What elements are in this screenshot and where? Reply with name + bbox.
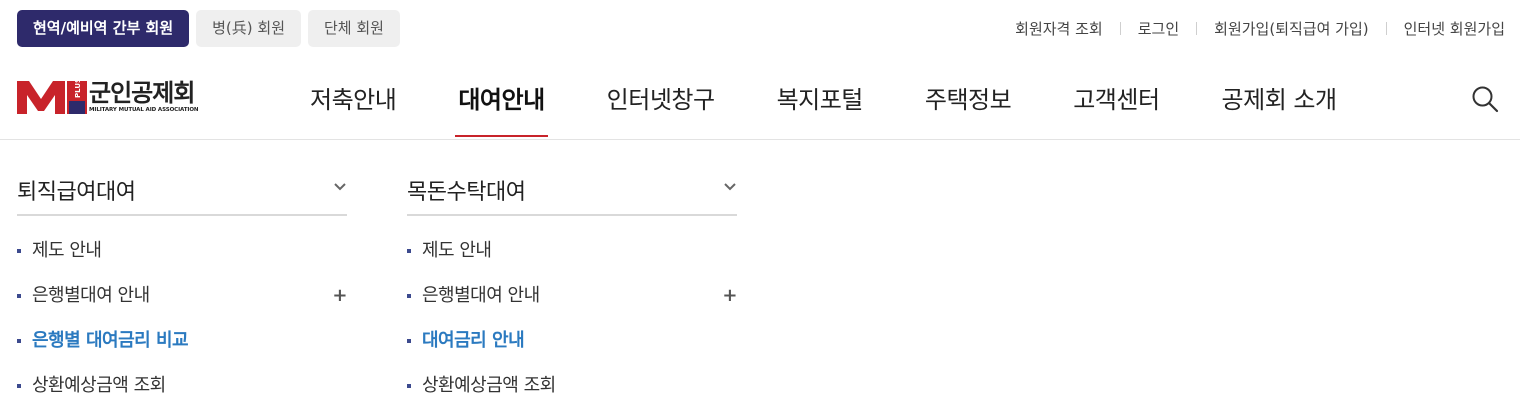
submenu-title: 퇴직급여대여 [17,180,136,205]
logo-english-name: MILITARY MUTUAL AID ASSOCIATION [89,107,199,113]
divider [1196,22,1198,35]
submenu-item-current[interactable]: 대여금리 안내 [407,326,737,371]
svg-text:PLUS: PLUS [74,81,82,98]
submenu-column-lump-sum-loan: 목돈수탁대여 제도 안내 은행별대여 안내 + 대여금리 안내 상환예상금액 조… [407,140,737,416]
submenu-item-label: 은행별대여 안내 [32,285,150,306]
submenu-item[interactable]: 상환예상금액 조회 [407,371,737,416]
divider [1385,22,1387,35]
submenu-list: 제도 안내 은행별대여 안내 + 대여금리 안내 상환예상금액 조회 [407,236,737,416]
global-nav: 저축안내 대여안내 인터넷창구 복지포털 주택정보 고객센터 공제회 소개 [279,56,1368,140]
submenu-column-retirement-loan: 퇴직급여대여 제도 안내 은행별대여 안내 + 은행별 대여금리 비교 상환예상… [17,140,347,416]
member-type-tabs: 현역/예비역 간부 회원 병(兵) 회원 단체 회원 [17,10,400,47]
submenu-item[interactable]: 은행별대여 안내 + [407,281,737,326]
login-link[interactable]: 로그인 [1138,18,1179,39]
nav-housing-info[interactable]: 주택정보 [894,56,1042,140]
membership-check-link[interactable]: 회원자격 조회 [1015,18,1103,39]
tab-soldier-member[interactable]: 병(兵) 회원 [196,10,301,47]
tab-group-member[interactable]: 단체 회원 [308,10,400,47]
join-retirement-link[interactable]: 회원가입(퇴직급여 가입) [1214,18,1368,39]
internet-join-link[interactable]: 인터넷 회원가입 [1404,18,1505,39]
bullet-icon [407,294,411,298]
bullet-icon [17,339,21,343]
bullet-icon [407,384,411,388]
submenu-item[interactable]: 상환예상금액 조회 [17,371,347,416]
nav-customer-center[interactable]: 고객센터 [1042,56,1190,140]
submenu-item-label: 은행별 대여금리 비교 [32,330,189,351]
submenu-item-label: 대여금리 안내 [422,330,525,351]
site-header: PLUS 군인공제회 MILITARY MUTUAL AID ASSOCIATI… [0,56,1520,140]
chevron-down-icon [724,183,736,191]
submenu-item[interactable]: 은행별대여 안내 + [17,281,347,326]
nav-internet-window[interactable]: 인터넷창구 [576,56,746,140]
submenu-heading[interactable]: 퇴직급여대여 [17,140,347,216]
bullet-icon [17,249,21,253]
tab-officer-member[interactable]: 현역/예비역 간부 회원 [17,10,190,47]
nav-loans[interactable]: 대여안내 [427,56,575,140]
divider [1119,22,1121,35]
submenu-heading[interactable]: 목돈수탁대여 [407,140,737,216]
submenu-item-current[interactable]: 은행별 대여금리 비교 [17,326,347,371]
expand-plus-icon[interactable]: + [332,281,347,311]
logo-text: 군인공제회 MILITARY MUTUAL AID ASSOCIATION [89,79,199,114]
submenu-item[interactable]: 제도 안내 [17,236,347,281]
submenu-item[interactable]: 제도 안내 [407,236,737,281]
bullet-icon [17,294,21,298]
submenu-list: 제도 안내 은행별대여 안내 + 은행별 대여금리 비교 상환예상금액 조회 [17,236,347,416]
submenu-item-label: 제도 안내 [422,240,492,261]
submenu-item-label: 상환예상금액 조회 [422,375,556,396]
submenu-title: 목돈수탁대여 [407,180,526,205]
nav-welfare-portal[interactable]: 복지포털 [746,56,894,140]
chevron-down-icon [334,183,346,191]
utility-links: 회원자격 조회 로그인 회원가입(퇴직급여 가입) 인터넷 회원가입 [1015,18,1505,39]
submenu-item-label: 제도 안내 [32,240,102,261]
loan-submenu: 퇴직급여대여 제도 안내 은행별대여 안내 + 은행별 대여금리 비교 상환예상… [0,140,1520,418]
top-utility-bar: 현역/예비역 간부 회원 병(兵) 회원 단체 회원 회원자격 조회 로그인 회… [0,0,1520,56]
logo-name: 군인공제회 [89,79,195,107]
logo-mark-icon: PLUS [17,81,87,114]
bullet-icon [17,384,21,388]
expand-plus-icon[interactable]: + [722,281,737,311]
submenu-item-label: 은행별대여 안내 [422,285,540,306]
nav-savings[interactable]: 저축안내 [279,56,427,140]
site-logo[interactable]: PLUS 군인공제회 MILITARY MUTUAL AID ASSOCIATI… [17,79,199,114]
search-icon[interactable] [1470,84,1500,114]
submenu-item-label: 상환예상금액 조회 [32,375,166,396]
bullet-icon [407,339,411,343]
bullet-icon [407,249,411,253]
nav-about[interactable]: 공제회 소개 [1191,56,1368,140]
